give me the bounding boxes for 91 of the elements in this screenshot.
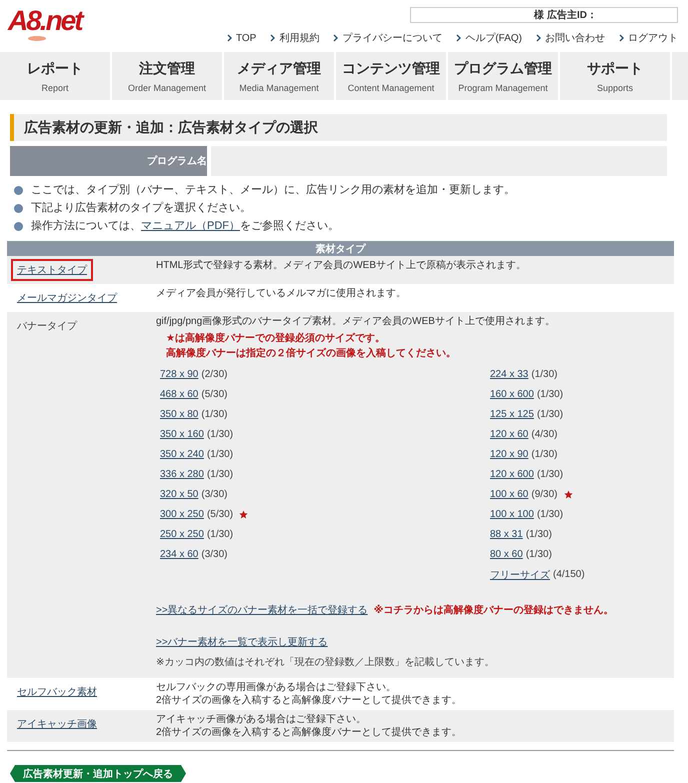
type-link[interactable]: メールマガジンタイプ [11, 287, 123, 309]
menu-item[interactable]: レポート Report [0, 52, 112, 100]
chevron-icon [456, 34, 462, 42]
warning-text: ★は高解像度バナーでの登録必須のサイズです。 高解像度バナーは指定の２倍サイズの画像を入稿してください。 [166, 331, 457, 361]
program-label: プログラム名 [10, 146, 207, 176]
banner-count: (1/30) [536, 389, 564, 400]
banner-count: (1/30) [201, 409, 228, 420]
banner-size-link[interactable]: 100 x 60 [490, 489, 528, 500]
table-header: 素材タイプ [7, 241, 674, 256]
manual-link[interactable]: マニュアル（PDF） [141, 220, 240, 232]
logo-ellipse-icon [28, 36, 46, 41]
star-icon [564, 490, 572, 499]
menu-item[interactable]: メディア管理 Media Management [224, 52, 336, 100]
menu-item[interactable]: コンテンツ管理 Content Management [336, 52, 448, 100]
banner-count: (1/30) [536, 469, 564, 480]
header-link[interactable]: TOP [226, 31, 256, 45]
header-link[interactable]: 利用規約 [270, 31, 320, 45]
banner-count: (1/30) [536, 409, 564, 420]
banner-count: (3/30) [201, 489, 228, 500]
banner-count: (1/30) [206, 449, 234, 460]
banner-count: (1/30) [206, 429, 234, 440]
type-name: バナータイプ [16, 320, 78, 334]
menu-item[interactable]: プログラム管理 Program Management [448, 52, 560, 100]
note-text: 下記より広告素材のタイプを選択ください。 [31, 201, 251, 215]
banner-size-link[interactable]: 120 x 90 [490, 449, 528, 460]
type-description: gif/jpg/png画像形式のバナータイプ素材。メディア会員のWEBサイト上で使用されます。 [156, 315, 556, 328]
chevron-icon [333, 34, 338, 42]
list-update-link[interactable]: >>バナー素材を一覧で表示し更新する [156, 635, 328, 649]
star-icon [239, 510, 248, 519]
banner-count: (1/30) [531, 369, 558, 380]
bulk-register-link[interactable]: >>異なるサイズのバナー素材を一括で登録する [156, 603, 368, 617]
menu-item[interactable]: 注文管理 Order Management [112, 52, 224, 100]
banner-count: (2/30) [201, 369, 228, 380]
page-title: 広告素材の更新・追加：広告素材タイプの選択 [10, 114, 667, 141]
banner-count: (1/30) [206, 469, 234, 480]
chevron-icon [619, 34, 624, 42]
menu-item[interactable]: サポート Supports [560, 52, 672, 100]
banner-count: (5/30) [206, 509, 234, 520]
banner-size-link[interactable]: 350 x 160 [160, 429, 204, 440]
bullet-icon [14, 204, 23, 212]
logo[interactable]: A8.net [8, 6, 82, 36]
banner-size-link[interactable]: 320 x 50 [160, 489, 198, 500]
footnote: ※カッコ内の数値はそれぞれ「現在の登録数／上限数」を記載しています。 [156, 656, 496, 669]
banner-size-link[interactable]: 224 x 33 [490, 369, 528, 380]
note-text: 操作方法については、マニュアル（PDF）をご参照ください。 [31, 219, 339, 233]
banner-count: (4/150) [553, 569, 585, 580]
banner-count: (4/30) [531, 429, 558, 440]
type-description: HTML形式で登録する素材。メディア会員のWEBサイト上で原稿が表示されます。 [156, 259, 526, 273]
warning-text: ※コチラからは高解像度バナーの登録はできません。 [374, 603, 614, 617]
banner-count: (9/30) [531, 489, 558, 500]
banner-size-link[interactable]: 336 x 280 [160, 469, 204, 480]
banner-size-link[interactable]: 468 x 60 [160, 389, 198, 400]
type-link[interactable]: セルフバック素材 [11, 681, 103, 703]
banner-count: (1/30) [531, 449, 558, 460]
account-id-box: 様 広告主ID： [410, 7, 678, 23]
banner-size-link[interactable]: 88 x 31 [490, 529, 523, 540]
banner-size-link[interactable]: 350 x 80 [160, 409, 198, 420]
type-description: メディア会員が発行しているメルマガに使用されます。 [156, 287, 406, 301]
chevron-icon [226, 34, 232, 42]
banner-size-link[interactable]: 120 x 600 [490, 469, 534, 480]
header-link[interactable]: ヘルプ(FAQ) [456, 31, 522, 45]
chevron-icon [536, 34, 541, 42]
banner-count: (5/30) [201, 389, 228, 400]
banner-count: (1/30) [526, 529, 552, 540]
type-link[interactable]: アイキャッチ画像 [11, 713, 103, 735]
banner-size-link[interactable]: 160 x 600 [490, 389, 534, 400]
banner-count: (1/30) [526, 549, 552, 560]
banner-size-link[interactable]: 250 x 250 [160, 529, 204, 540]
banner-count: (3/30) [201, 549, 228, 560]
back-button[interactable]: 広告素材更新・追加トップへ戻る [10, 765, 186, 782]
banner-size-link[interactable]: 125 x 125 [490, 409, 534, 420]
type-link[interactable]: テキストタイプ [11, 259, 93, 281]
bullet-icon [14, 222, 23, 230]
banner-size-link[interactable]: 80 x 60 [490, 549, 523, 560]
banner-size-link[interactable]: フリーサイズ [490, 568, 550, 582]
banner-count: (1/30) [536, 509, 564, 520]
header-link[interactable]: ログアウト [619, 31, 678, 45]
banner-size-link[interactable]: 728 x 90 [160, 369, 198, 380]
banner-size-link[interactable]: 234 x 60 [160, 549, 198, 560]
banner-size-link[interactable]: 300 x 250 [160, 509, 204, 520]
chevron-icon [270, 34, 276, 42]
banner-size-link[interactable]: 120 x 60 [490, 429, 528, 440]
banner-count: (1/30) [206, 529, 234, 540]
header-link[interactable]: お問い合わせ [536, 31, 605, 45]
bullet-icon [14, 186, 23, 194]
header-link[interactable]: プライバシーについて [333, 31, 442, 45]
type-description: アイキャッチ画像がある場合はご登録下さい。 2倍サイズの画像を入稿すると高解像度バナーとして提供できます。 [156, 713, 462, 739]
note-text: ここでは、タイプ別（バナー、テキスト、メール）に、広告リンク用の素材を追加・更新します。 [31, 183, 515, 197]
banner-size-link[interactable]: 350 x 240 [160, 449, 204, 460]
type-description: セルフバックの専用画像がある場合はご登録下さい。 2倍サイズの画像を入稿すると高解像度バナーとして提供できます。 [156, 681, 462, 707]
banner-size-link[interactable]: 100 x 100 [490, 509, 534, 520]
